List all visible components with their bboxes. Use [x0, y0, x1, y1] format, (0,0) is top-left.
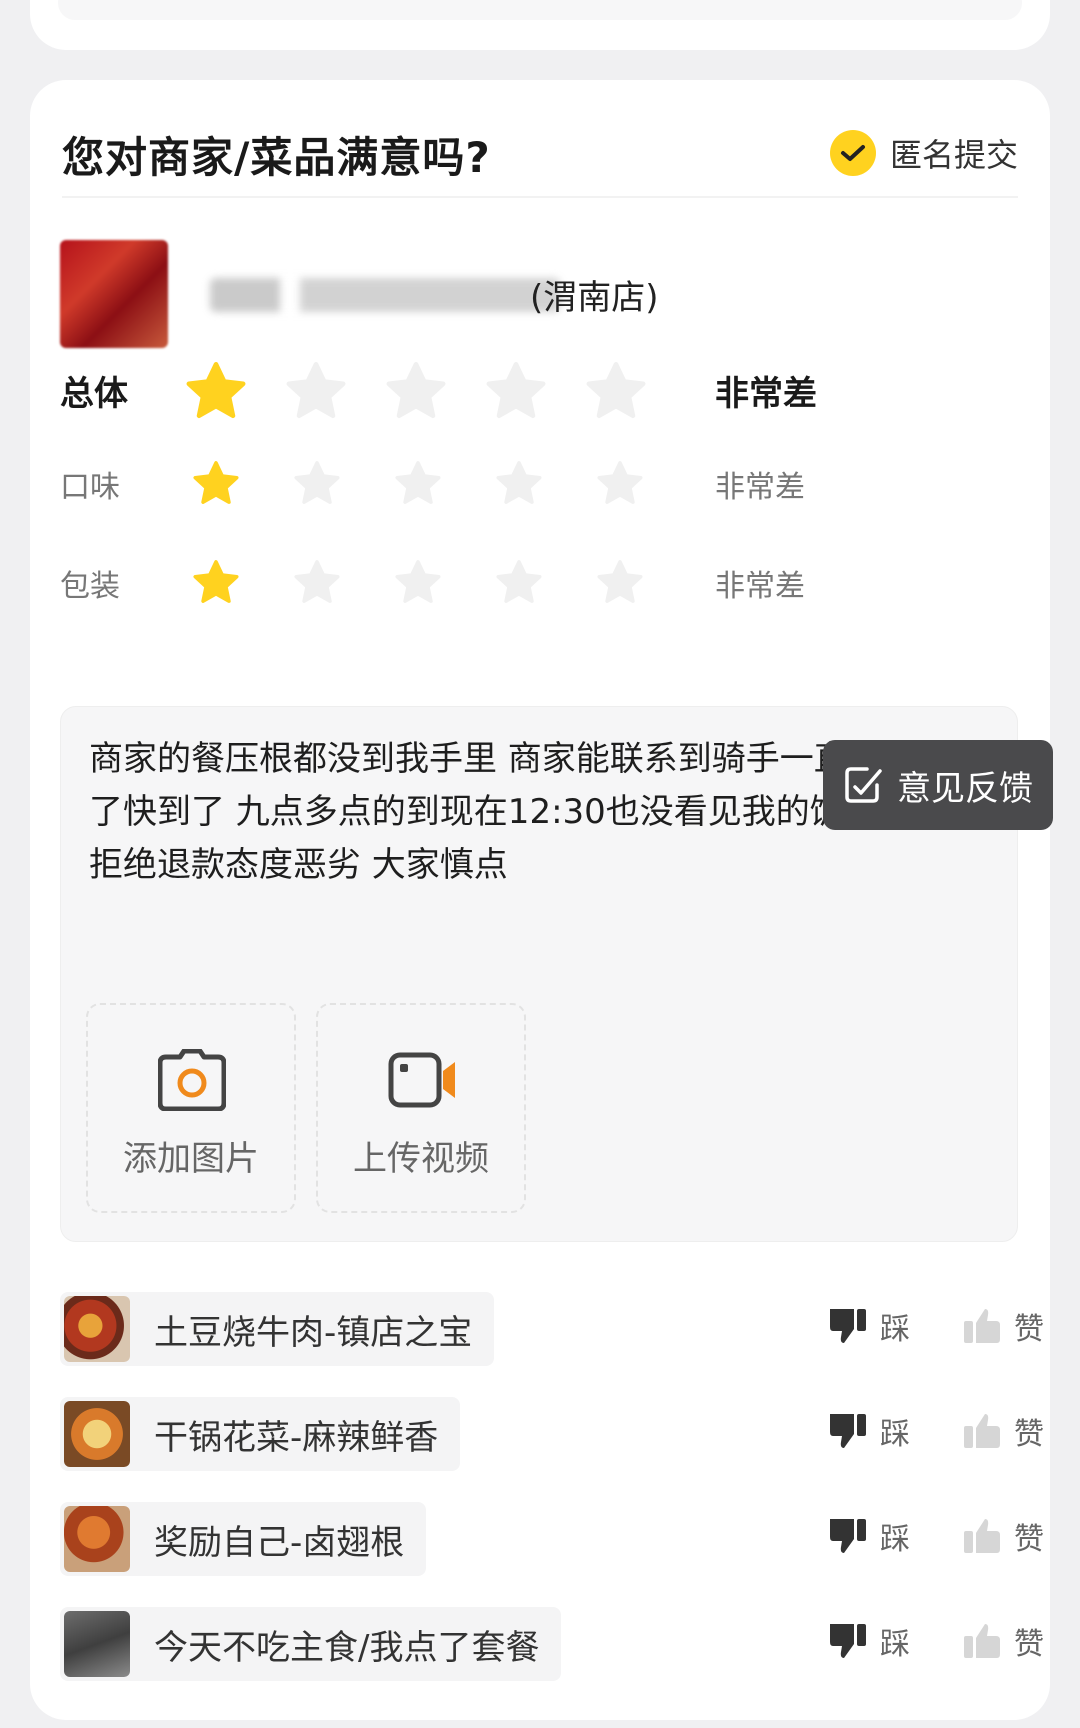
thumbs-up-icon	[964, 1519, 1000, 1553]
rating-label: 口味	[60, 470, 120, 505]
thumbs-down-icon	[830, 1624, 866, 1658]
like-label: 赞	[1014, 1417, 1044, 1452]
like-button[interactable]: 赞	[962, 1304, 1044, 1348]
star-filled-icon[interactable]	[190, 458, 242, 510]
like-label: 赞	[1014, 1522, 1044, 1557]
thumbs-up-icon	[964, 1309, 1000, 1343]
dish-row: 土豆烧牛肉-镇店之宝 踩 赞	[60, 1292, 1044, 1366]
dislike-button[interactable]: 踩	[828, 1619, 910, 1663]
star-empty-icon[interactable]	[493, 557, 545, 609]
dish-tag[interactable]: 土豆烧牛肉-镇店之宝	[60, 1292, 495, 1366]
dish-name: 土豆烧牛肉-镇店之宝	[154, 1312, 473, 1353]
star-empty-icon[interactable]	[291, 557, 343, 609]
rating-text: 非常差	[715, 470, 805, 505]
star-group	[182, 358, 650, 426]
dish-image	[64, 1506, 130, 1572]
review-card: 您对商家/菜品满意吗? 匿名提交 (渭南店) 总体 非常差 口味 非常差 包装 …	[30, 80, 1053, 1720]
star-empty-icon[interactable]	[582, 358, 650, 426]
dish-tag[interactable]: 奖励自己-卤翅根	[60, 1502, 427, 1576]
rating-taste: 口味 非常差	[60, 458, 960, 528]
shop-branch: (渭南店)	[530, 278, 659, 318]
previous-card-field	[58, 0, 1022, 20]
thumbs-down-icon	[830, 1414, 866, 1448]
dislike-button[interactable]: 踩	[828, 1304, 910, 1348]
dish-name: 今天不吃主食/我点了套餐	[154, 1627, 540, 1668]
rating-text: 非常差	[715, 569, 805, 604]
star-empty-icon[interactable]	[493, 458, 545, 510]
rating-label: 包装	[60, 569, 120, 604]
dish-tag[interactable]: 干锅花菜-麻辣鲜香	[60, 1397, 461, 1471]
thumbs-down-icon	[830, 1309, 866, 1343]
star-empty-icon[interactable]	[392, 458, 444, 510]
rating-text: 非常差	[715, 374, 817, 414]
feedback-label: 意见反馈	[897, 768, 1033, 809]
add-photo-label: 添加图片	[123, 1139, 259, 1179]
star-empty-icon[interactable]	[594, 557, 646, 609]
shop-info: (渭南店)	[60, 240, 960, 350]
thumbs-up-icon	[964, 1624, 1000, 1658]
dish-row: 奖励自己-卤翅根 踩 赞	[60, 1502, 1044, 1576]
video-camera-icon	[388, 1052, 455, 1108]
thumbs-down-icon	[830, 1519, 866, 1553]
like-label: 赞	[1014, 1627, 1044, 1662]
star-empty-icon[interactable]	[282, 358, 350, 426]
star-empty-icon[interactable]	[291, 458, 343, 510]
add-photo-button[interactable]: 添加图片	[86, 1003, 296, 1213]
rating-label: 总体	[60, 374, 128, 414]
review-header: 您对商家/菜品满意吗? 匿名提交	[62, 108, 1018, 198]
star-empty-icon[interactable]	[382, 358, 450, 426]
feedback-button[interactable]: 意见反馈	[823, 740, 1053, 830]
star-empty-icon[interactable]	[392, 557, 444, 609]
camera-icon	[158, 1049, 226, 1111]
star-group	[190, 557, 646, 609]
upload-video-button[interactable]: 上传视频	[316, 1003, 526, 1213]
dish-row: 干锅花菜-麻辣鲜香 踩 赞	[60, 1397, 1044, 1471]
like-label: 赞	[1014, 1312, 1044, 1347]
star-empty-icon[interactable]	[482, 358, 550, 426]
dish-image	[64, 1401, 130, 1467]
anonymous-label: 匿名提交	[889, 136, 1018, 174]
dislike-button[interactable]: 踩	[828, 1514, 910, 1558]
thumbs-up-icon	[964, 1414, 1000, 1448]
dislike-label: 踩	[880, 1312, 910, 1347]
previous-card	[30, 0, 1050, 50]
star-filled-icon[interactable]	[190, 557, 242, 609]
dish-image	[64, 1296, 130, 1362]
dislike-label: 踩	[880, 1417, 910, 1452]
star-group	[190, 458, 646, 510]
like-button[interactable]: 赞	[962, 1409, 1044, 1453]
rating-overall: 总体 非常差	[60, 358, 960, 428]
upload-video-label: 上传视频	[353, 1139, 489, 1179]
dish-image	[64, 1611, 130, 1677]
edit-icon	[845, 767, 882, 803]
dislike-label: 踩	[880, 1522, 910, 1557]
dislike-label: 踩	[880, 1627, 910, 1662]
star-empty-icon[interactable]	[594, 458, 646, 510]
check-icon	[829, 130, 876, 176]
rating-packaging: 包装 非常差	[60, 557, 960, 627]
shop-name-redacted	[210, 278, 560, 312]
anonymous-toggle[interactable]: 匿名提交	[829, 130, 1018, 176]
dish-row: 今天不吃主食/我点了套餐 踩 赞	[60, 1607, 1044, 1681]
page-title: 您对商家/菜品满意吗?	[62, 133, 491, 182]
like-button[interactable]: 赞	[962, 1619, 1044, 1663]
like-button[interactable]: 赞	[962, 1514, 1044, 1558]
dish-name: 干锅花菜-麻辣鲜香	[154, 1417, 439, 1458]
shop-avatar	[60, 240, 168, 348]
dish-tag[interactable]: 今天不吃主食/我点了套餐	[60, 1607, 562, 1681]
dish-name: 奖励自己-卤翅根	[154, 1522, 405, 1563]
dislike-button[interactable]: 踩	[828, 1409, 910, 1453]
star-filled-icon[interactable]	[182, 358, 250, 426]
